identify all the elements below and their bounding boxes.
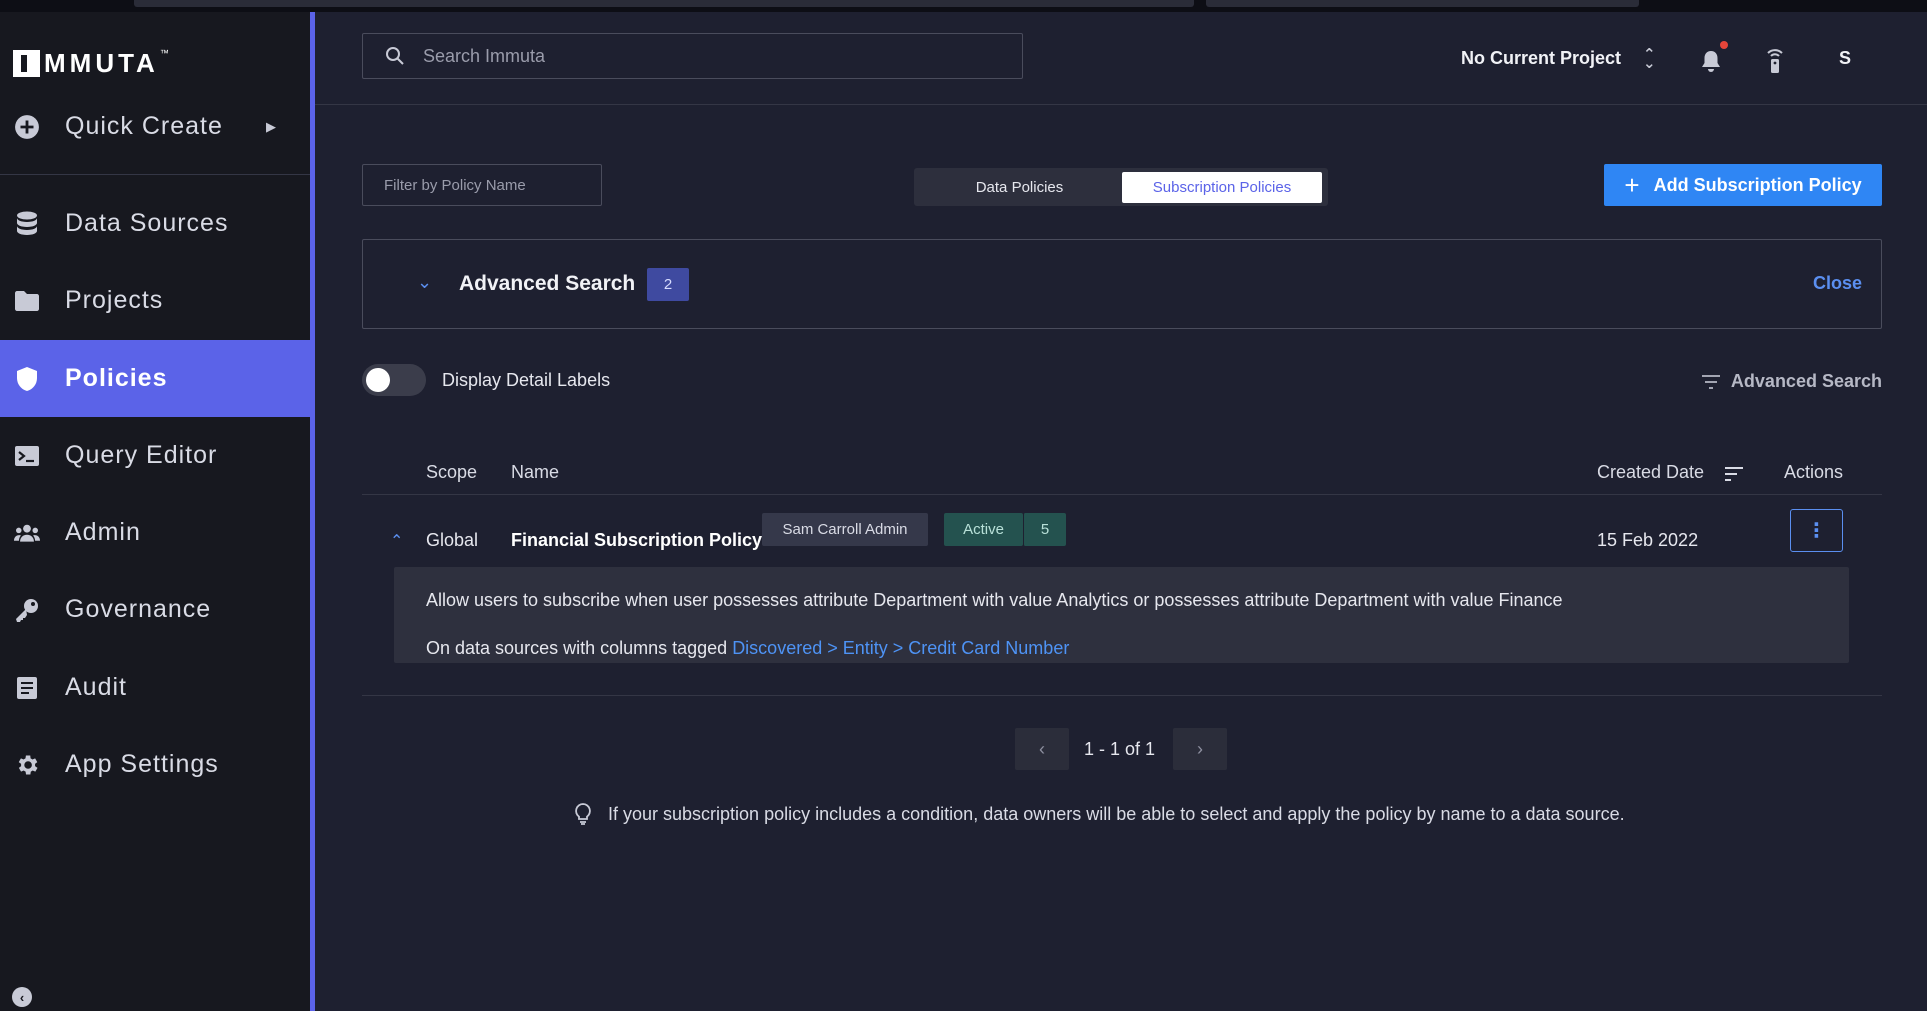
global-search[interactable] xyxy=(362,33,1023,79)
sidebar-item-label: Data Sources xyxy=(65,209,229,237)
tab-data-policies[interactable]: Data Policies xyxy=(917,172,1122,203)
plus-icon: + xyxy=(1624,170,1640,200)
sidebar-item-label: Governance xyxy=(65,595,212,623)
browser-top-strip xyxy=(0,0,1927,12)
hint-text: If your subscription policy includes a c… xyxy=(608,803,1625,824)
advanced-search-link[interactable]: Advanced Search xyxy=(1701,371,1882,392)
remote-icon[interactable] xyxy=(1766,48,1784,74)
filter-lines-icon xyxy=(1701,374,1720,389)
sidebar-item-label: Audit xyxy=(65,673,127,701)
project-label: No Current Project xyxy=(1461,48,1622,68)
collapse-sidebar-icon[interactable]: ‹ xyxy=(12,987,32,1007)
advanced-search-link-label: Advanced Search xyxy=(1730,371,1882,391)
notifications-button[interactable] xyxy=(1700,41,1728,73)
policy-type-toggle: Data Policies Subscription Policies xyxy=(914,168,1328,206)
sidebar: MMUTA ™ Quick Create ▶ Data Sources Proj… xyxy=(0,12,310,1011)
sidebar-item-admin[interactable]: Admin xyxy=(0,494,310,571)
browser-tab-strip xyxy=(134,0,1194,7)
logo-mark xyxy=(13,50,40,77)
policy-detail-scope-prefix: On data sources with columns tagged xyxy=(426,638,728,658)
sidebar-item-app-settings[interactable]: App Settings xyxy=(0,726,310,803)
column-header-name: Name xyxy=(511,462,560,482)
chevron-up-icon[interactable]: ⌃ xyxy=(390,531,403,551)
policy-name-filter[interactable] xyxy=(362,164,602,206)
sort-icon[interactable] xyxy=(1724,466,1744,482)
sidebar-divider xyxy=(0,174,310,175)
table-header-divider xyxy=(362,494,1882,495)
column-header-actions: Actions xyxy=(1784,462,1844,482)
filter-input[interactable] xyxy=(384,176,584,194)
sidebar-item-label: Policies xyxy=(65,364,168,392)
users-icon xyxy=(14,520,40,546)
folder-icon xyxy=(14,288,40,314)
user-avatar[interactable]: S xyxy=(1839,48,1851,69)
browser-tab-strip xyxy=(1206,0,1639,7)
search-icon xyxy=(385,46,405,66)
detail-labels-label: Display Detail Labels xyxy=(442,370,611,390)
terminal-icon xyxy=(14,443,40,469)
top-bar: No Current Project ⌃⌄ S xyxy=(315,12,1927,105)
sidebar-item-label: Query Editor xyxy=(65,441,218,469)
sidebar-item-data-sources[interactable]: Data Sources xyxy=(0,185,310,262)
project-selector[interactable]: No Current Project ⌃ ⌄ xyxy=(1461,45,1656,72)
policy-detail-scope: On data sources with columns tagged Disc… xyxy=(426,638,1069,659)
gear-icon xyxy=(14,752,40,778)
advanced-search-panel: ⌄ Advanced Search 2 Close xyxy=(362,239,1882,329)
tab-subscription-policies[interactable]: Subscription Policies xyxy=(1122,171,1322,203)
immuta-logo[interactable]: MMUTA ™ xyxy=(13,48,169,79)
logo-trademark: ™ xyxy=(159,48,169,58)
main-content: No Current Project ⌃⌄ S Data Policies Su… xyxy=(315,12,1927,1011)
add-button-label: Add Subscription Policy xyxy=(1653,174,1862,195)
more-vertical-icon: ⋮ xyxy=(1806,520,1827,542)
sidebar-item-quick-create[interactable]: Quick Create ▶ xyxy=(0,88,310,165)
detail-labels-toggle[interactable] xyxy=(362,364,426,396)
key-icon xyxy=(14,597,40,623)
sidebar-item-label: Admin xyxy=(65,518,141,546)
logo-text: MMUTA xyxy=(44,48,159,78)
advanced-search-count-badge: 2 xyxy=(647,268,689,301)
policy-detail-panel: Allow users to subscribe when user posse… xyxy=(394,567,1849,663)
database-icon xyxy=(14,211,40,237)
row-policy-name[interactable]: Financial Subscription Policy xyxy=(511,530,762,551)
chevron-right-icon: › xyxy=(1197,738,1203,759)
status-badge: Active xyxy=(944,513,1023,546)
row-created-date: 15 Feb 2022 xyxy=(1597,530,1699,550)
column-header-created-date[interactable]: Created Date xyxy=(1597,462,1704,483)
caret-right-icon: ▶ xyxy=(266,118,276,134)
prev-page-button[interactable]: ‹ xyxy=(1015,728,1069,770)
status-count-badge: 5 xyxy=(1023,513,1066,546)
lightbulb-icon xyxy=(575,803,591,825)
sidebar-item-label: Projects xyxy=(65,286,164,314)
hint-message: If your subscription policy includes a c… xyxy=(574,803,1625,825)
sidebar-item-audit[interactable]: Audit xyxy=(0,649,310,726)
sidebar-item-label: App Settings xyxy=(65,750,219,778)
sidebar-item-policies[interactable]: Policies xyxy=(0,340,310,417)
sidebar-item-projects[interactable]: Projects xyxy=(0,262,310,339)
sidebar-item-label: Quick Create xyxy=(65,112,223,140)
chevron-down-icon[interactable]: ⌄ xyxy=(417,272,432,293)
row-scope: Global xyxy=(426,530,479,550)
next-page-button[interactable]: › xyxy=(1173,728,1227,770)
sort-updown-icon: ⌃ ⌄ xyxy=(1643,45,1656,72)
policy-detail-condition: Allow users to subscribe when user posse… xyxy=(426,590,1563,610)
tag-link[interactable]: Discovered > Entity > Credit Card Number xyxy=(732,638,1069,658)
column-header-scope: Scope xyxy=(426,462,478,482)
notification-dot xyxy=(1720,41,1728,49)
chevron-left-icon: ‹ xyxy=(1039,738,1045,759)
advanced-search-title: Advanced Search xyxy=(459,272,636,295)
owner-tag: Sam Carroll Admin xyxy=(762,513,928,546)
plus-circle-icon xyxy=(14,114,40,140)
toggle-knob xyxy=(366,368,390,392)
pagination-text: 1 - 1 of 1 xyxy=(1084,739,1156,759)
bell-icon xyxy=(1702,51,1720,72)
row-actions-button[interactable]: ⋮ xyxy=(1790,509,1843,552)
audit-icon xyxy=(14,675,40,701)
table-row-divider xyxy=(362,695,1882,696)
close-advanced-search-button[interactable]: Close xyxy=(1813,273,1862,294)
search-input[interactable] xyxy=(423,45,983,67)
sidebar-item-governance[interactable]: Governance xyxy=(0,571,310,648)
shield-icon xyxy=(14,366,40,392)
sidebar-item-query-editor[interactable]: Query Editor xyxy=(0,417,310,494)
add-subscription-policy-button[interactable]: + Add Subscription Policy xyxy=(1604,164,1882,206)
